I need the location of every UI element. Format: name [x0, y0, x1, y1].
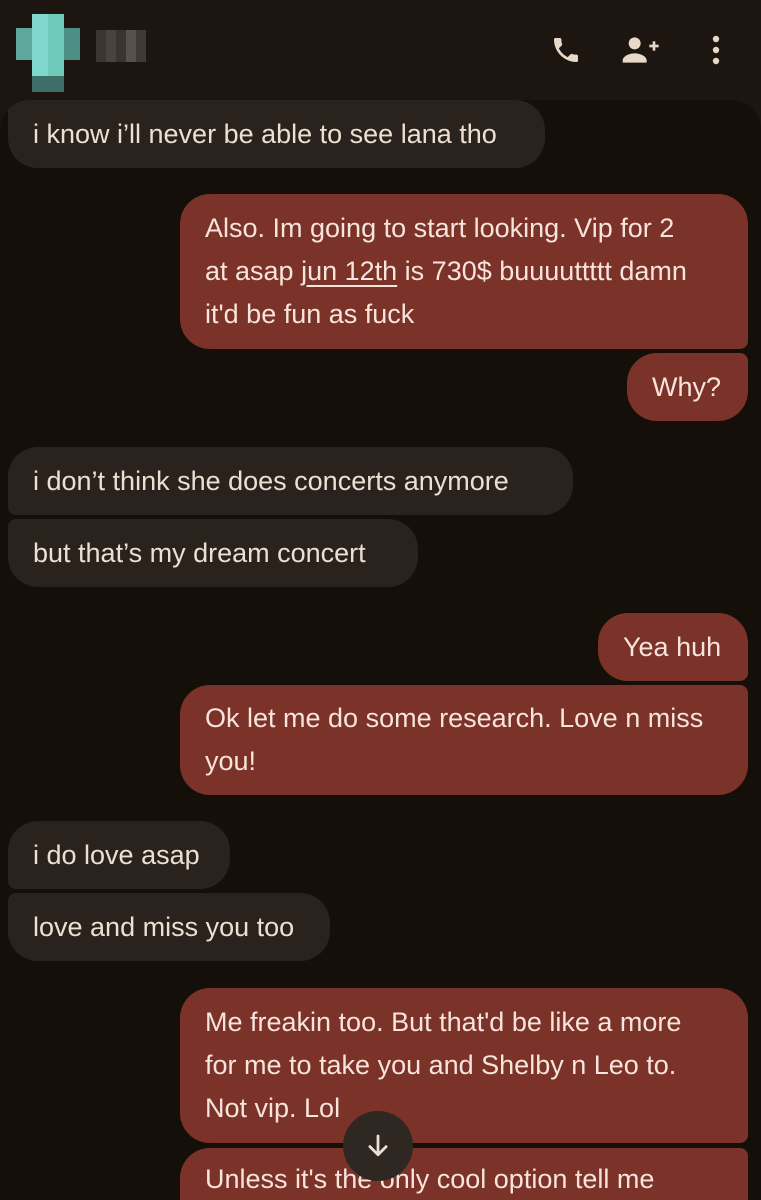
incoming-message[interactable]: i know i’ll never be able to see lana th…	[8, 100, 545, 168]
outgoing-message[interactable]: Yea huh	[598, 613, 748, 681]
message-text: Also. Im going to start looking. Vip for…	[205, 213, 687, 329]
message-text: Why?	[652, 371, 722, 402]
message-text: Ok let me do some research. Love n miss …	[205, 703, 704, 776]
incoming-message[interactable]: love and miss you too	[8, 893, 330, 961]
incoming-message[interactable]: i do love asap	[8, 821, 230, 889]
outgoing-message[interactable]: Unless it's the only cool option tell me	[180, 1148, 748, 1200]
contact-avatar[interactable]	[16, 14, 80, 92]
outgoing-message[interactable]: Also. Im going to start looking. Vip for…	[180, 194, 748, 349]
message-text: Me freakin too. But that'd be like a mor…	[205, 1007, 682, 1123]
contact-name[interactable]	[96, 30, 146, 62]
message-text: i do love asap	[33, 839, 200, 870]
add-person-icon[interactable]	[620, 30, 660, 70]
more-vert-icon[interactable]	[696, 30, 736, 70]
scroll-to-bottom-button[interactable]	[343, 1111, 413, 1181]
message-text: Yea huh	[623, 631, 722, 662]
outgoing-message[interactable]: Why?	[627, 353, 748, 421]
message-text: i don’t think she does concerts anymore	[33, 465, 509, 496]
message-text: Unless it's the only cool option tell me	[205, 1164, 655, 1194]
phone-icon[interactable]	[546, 30, 586, 70]
app-bar	[0, 0, 761, 102]
message-text: i know i’ll never be able to see lana th…	[33, 118, 497, 149]
message-text: but that’s my dream concert	[33, 537, 366, 568]
incoming-message[interactable]: i don’t think she does concerts anymore	[8, 447, 573, 515]
conversation-thread[interactable]: i know i’ll never be able to see lana th…	[0, 100, 761, 1200]
incoming-message[interactable]: but that’s my dream concert	[8, 519, 418, 587]
outgoing-message[interactable]: Me freakin too. But that'd be like a mor…	[180, 988, 748, 1143]
date-link[interactable]: jun 12th	[301, 256, 397, 286]
outgoing-message[interactable]: Ok let me do some research. Love n miss …	[180, 685, 748, 795]
arrow-down-icon	[368, 1134, 388, 1157]
message-text: love and miss you too	[33, 911, 295, 942]
